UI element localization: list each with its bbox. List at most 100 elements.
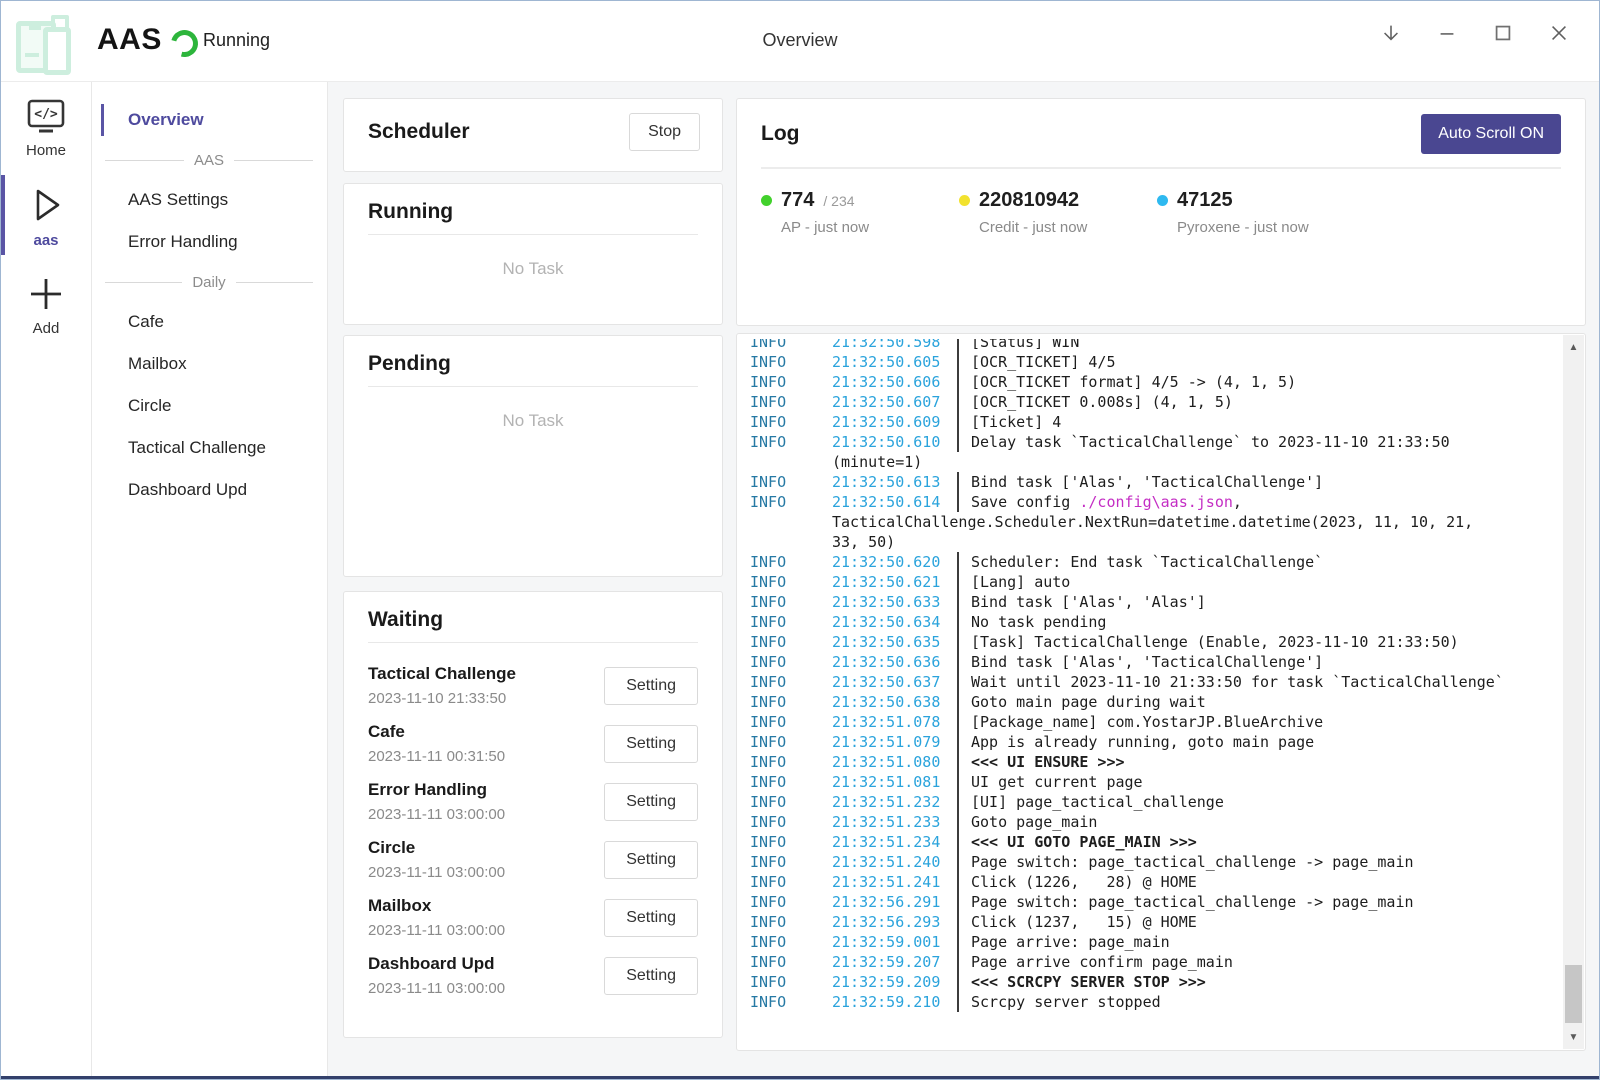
task-name: Cafe	[368, 722, 505, 742]
log-line: INFO21:32:50.636Bind task ['Alas', 'Tact…	[737, 652, 1551, 672]
task-setting-button[interactable]: Setting	[604, 957, 698, 995]
log-message: [Lang] auto	[971, 572, 1070, 592]
log-line: INFO21:32:50.607[OCR_TICKET 0.008s] (4, …	[737, 392, 1551, 412]
nav-item-aas-settings[interactable]: AAS Settings	[91, 179, 327, 221]
task-setting-button[interactable]: Setting	[604, 667, 698, 705]
log-timestamp: 21:32:51.241	[832, 872, 957, 892]
log-message: Goto page_main	[971, 812, 1097, 832]
task-name: Dashboard Upd	[368, 954, 505, 974]
task-setting-button[interactable]: Setting	[604, 783, 698, 821]
log-separator	[957, 692, 959, 712]
nav-item-circle[interactable]: Circle	[91, 385, 327, 427]
running-empty-text: No Task	[344, 235, 722, 279]
log-timestamp: 21:32:51.079	[832, 732, 957, 752]
log-level: INFO	[737, 792, 832, 812]
log-message: <<< UI GOTO PAGE_MAIN >>>	[971, 832, 1197, 852]
log-message: [Status] WIN	[971, 339, 1079, 352]
download-icon[interactable]	[1377, 17, 1405, 49]
log-level: INFO	[737, 932, 832, 952]
log-timestamp: 21:32:50.605	[832, 352, 957, 372]
stat-dot-icon	[761, 195, 772, 206]
log-timestamp: 21:32:51.080	[832, 752, 957, 772]
log-line: INFO21:32:51.234<<< UI GOTO PAGE_MAIN >>…	[737, 832, 1551, 852]
log-separator	[957, 772, 959, 792]
rail-item-add[interactable]: Add	[1, 257, 91, 345]
log-level: INFO	[737, 752, 832, 772]
waiting-title: Waiting	[368, 592, 698, 643]
task-setting-button[interactable]: Setting	[604, 725, 698, 763]
log-message: [OCR_TICKET 0.008s] (4, 1, 5)	[971, 392, 1233, 412]
scroll-down-icon[interactable]: ▼	[1563, 1027, 1584, 1047]
task-next-run-time: 2023-11-11 03:00:00	[368, 980, 505, 997]
log-message: Scrcpy server stopped	[971, 992, 1161, 1012]
log-message: [OCR_TICKET] 4/5	[971, 352, 1116, 372]
scroll-up-icon[interactable]: ▲	[1563, 337, 1584, 357]
log-level: INFO	[737, 592, 832, 612]
log-line: INFO21:32:51.240Page switch: page_tactic…	[737, 852, 1551, 872]
task-setting-button[interactable]: Setting	[604, 899, 698, 937]
log-line: INFO21:32:50.638Goto main page during wa…	[737, 692, 1551, 712]
rail-item-label: aas	[33, 232, 58, 249]
log-timestamp: 21:32:50.636	[832, 652, 957, 672]
log-line: INFO21:32:50.614Save config ./config\aas…	[737, 492, 1551, 512]
close-icon[interactable]	[1545, 17, 1573, 49]
nav-item-overview[interactable]: Overview	[91, 99, 327, 141]
minimize-icon[interactable]	[1433, 17, 1461, 49]
log-message: Page switch: page_tactical_challenge -> …	[971, 892, 1414, 912]
log-level: INFO	[737, 412, 832, 432]
rail-item-home[interactable]: </> Home	[1, 81, 91, 167]
scrollbar-thumb[interactable]	[1565, 965, 1582, 1023]
title-bar: AAS Running Overview	[1, 1, 1599, 82]
stat-label: AP - just now	[781, 219, 959, 236]
scheduler-card: Scheduler Stop	[343, 98, 723, 172]
maximize-icon[interactable]	[1489, 17, 1517, 49]
nav-item-cafe[interactable]: Cafe	[91, 301, 327, 343]
nav-group-divider-aas: AAS	[91, 141, 327, 179]
log-separator	[957, 339, 959, 352]
log-separator	[957, 952, 959, 972]
waiting-task-info: Dashboard Upd 2023-11-11 03:00:00	[368, 954, 505, 997]
log-separator	[957, 852, 959, 872]
rail-item-aas[interactable]: aas	[1, 167, 91, 257]
log-line: INFO21:32:50.605 [OCR_TICKET] 4/5	[737, 352, 1551, 372]
task-setting-button[interactable]: Setting	[604, 841, 698, 879]
running-title: Running	[368, 184, 698, 235]
log-timestamp: 21:32:59.001	[832, 932, 957, 952]
task-next-run-time: 2023-11-11 03:00:00	[368, 806, 505, 823]
log-timestamp: 21:32:50.609	[832, 412, 957, 432]
stop-button[interactable]: Stop	[629, 113, 700, 151]
log-scrollbar[interactable]: ▲ ▼	[1563, 335, 1584, 1049]
log-timestamp: 21:32:56.293	[832, 912, 957, 932]
log-level: INFO	[737, 852, 832, 872]
log-message: 33, 50)	[832, 532, 895, 552]
nav-item-tactical-challenge[interactable]: Tactical Challenge	[91, 427, 327, 469]
auto-scroll-button[interactable]: Auto Scroll ON	[1421, 114, 1561, 154]
nav-item-dashboard-upd[interactable]: Dashboard Upd	[91, 469, 327, 511]
log-message: Click (1237, 15) @ HOME	[971, 912, 1197, 932]
log-line: INFO21:32:51.079App is already running, …	[737, 732, 1551, 752]
log-level: INFO	[737, 472, 832, 492]
log-separator	[957, 812, 959, 832]
log-level: INFO	[737, 812, 832, 832]
waiting-row-dashboard-upd: Dashboard Upd 2023-11-11 03:00:00 Setting	[368, 954, 698, 997]
clipped-log-line: INFO21:32:50.598[Status] WIN	[737, 339, 1551, 352]
log-message: Bind task ['Alas', 'TacticalChallenge']	[971, 472, 1323, 492]
nav-item-mailbox[interactable]: Mailbox	[91, 343, 327, 385]
log-message: Click (1226, 28) @ HOME	[971, 872, 1197, 892]
log-title: Log	[761, 122, 799, 146]
log-separator	[957, 892, 959, 912]
log-level: INFO	[737, 552, 832, 572]
log-separator	[957, 972, 959, 992]
log-timestamp: 21:32:51.240	[832, 852, 957, 872]
log-level	[737, 532, 832, 552]
nav-item-error-handling[interactable]: Error Handling	[91, 221, 327, 263]
stat-label: Credit - just now	[979, 219, 1157, 236]
log-separator	[957, 432, 959, 452]
log-level: INFO	[737, 352, 832, 372]
log-line: INFO21:32:50.598[Status] WIN	[737, 339, 1079, 352]
log-message: UI get current page	[971, 772, 1143, 792]
log-level: INFO	[737, 339, 832, 352]
log-timestamp: 21:32:50.633	[832, 592, 957, 612]
log-line-continuation: 33, 50)	[737, 532, 1551, 552]
log-timestamp: 21:32:50.614	[832, 492, 957, 512]
